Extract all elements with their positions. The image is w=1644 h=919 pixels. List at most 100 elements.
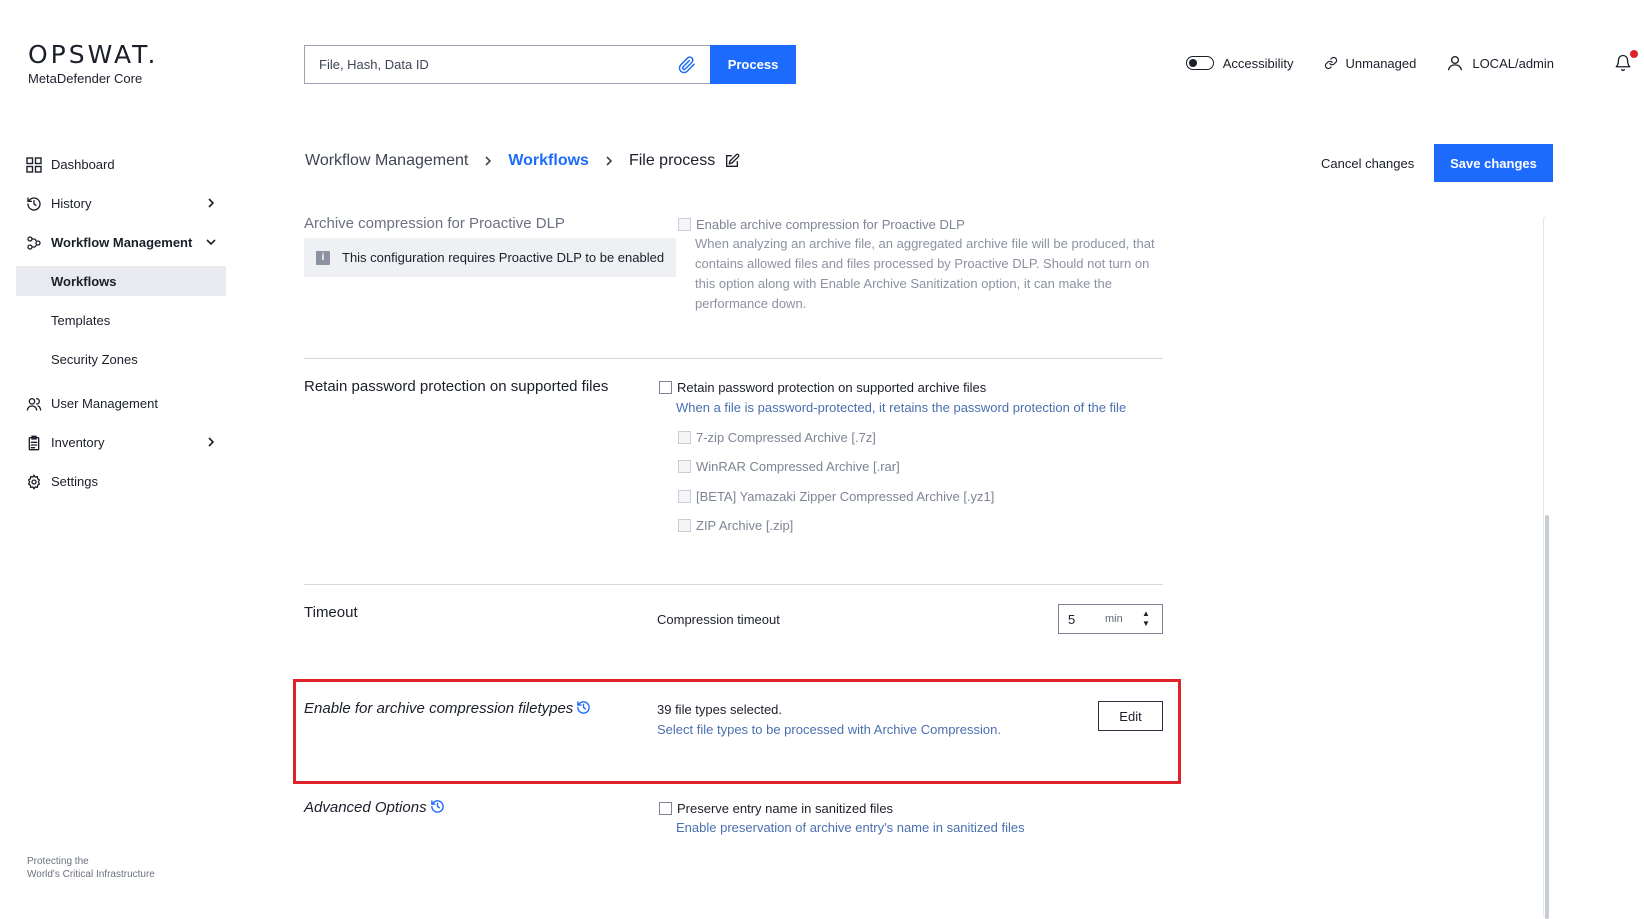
- compression-timeout-label: Compression timeout: [657, 612, 780, 627]
- user-menu[interactable]: LOCAL/admin: [1446, 54, 1554, 72]
- archive-dlp-checkbox-row: Enable archive compression for Proactive…: [678, 217, 965, 232]
- notification-badge: [1630, 50, 1638, 58]
- preserve-entry-checkbox-row: Preserve entry name in sanitized files: [659, 801, 893, 816]
- unmanaged-label: Unmanaged: [1345, 55, 1417, 71]
- link-broken-icon: [1324, 56, 1337, 70]
- format-checkbox[interactable]: [678, 519, 691, 532]
- user-label: LOCAL/admin: [1472, 55, 1554, 71]
- sidebar-item-label: History: [51, 196, 92, 211]
- sidebar-item-settings[interactable]: Settings: [16, 462, 226, 501]
- edit-icon[interactable]: [724, 153, 740, 169]
- format-checkbox[interactable]: [678, 431, 691, 444]
- section-title-archive-dlp: Archive compression for Proactive DLP: [304, 215, 565, 232]
- divider: [304, 584, 1163, 585]
- unmanaged-link[interactable]: Unmanaged: [1324, 55, 1417, 71]
- users-icon: [25, 395, 43, 413]
- scrollbar-thumb[interactable]: [1545, 515, 1549, 919]
- sidebar: Dashboard History Workflow Management Wo…: [16, 145, 226, 501]
- chevron-right-icon: [485, 156, 492, 166]
- info-icon: i: [316, 250, 330, 265]
- paperclip-icon[interactable]: [676, 54, 698, 76]
- workflow-icon: [25, 234, 43, 252]
- sidebar-item-user-management[interactable]: User Management: [16, 384, 226, 423]
- checkbox-label: Enable archive compression for Proactive…: [696, 217, 965, 232]
- section-title-retain-password: Retain password protection on supported …: [304, 378, 609, 395]
- cancel-changes-button[interactable]: Cancel changes: [1305, 144, 1430, 182]
- archive-dlp-description: When analyzing an archive file, an aggre…: [695, 234, 1155, 314]
- checkbox-label: [BETA] Yamazaki Zipper Compressed Archiv…: [696, 489, 995, 504]
- sidebar-item-workflows[interactable]: Workflows: [16, 266, 226, 296]
- chevron-right-icon: [208, 198, 215, 208]
- checkbox-label: Retain password protection on supported …: [677, 380, 987, 395]
- checkbox-label: 7-zip Compressed Archive [.7z]: [696, 430, 876, 445]
- sidebar-item-label: Settings: [51, 474, 98, 489]
- sidebar-item-workflow-management[interactable]: Workflow Management: [16, 223, 226, 262]
- tagline-line-1: Protecting the: [27, 856, 89, 867]
- archive-dlp-checkbox[interactable]: [678, 218, 691, 231]
- gear-icon: [25, 473, 43, 491]
- format-checkbox-row-rar: WinRAR Compressed Archive [.rar]: [678, 459, 900, 474]
- format-checkbox-row-7z: 7-zip Compressed Archive [.7z]: [678, 430, 876, 445]
- sidebar-item-history[interactable]: History: [16, 184, 226, 223]
- preserve-entry-checkbox[interactable]: [659, 802, 672, 815]
- header-actions: Accessibility Unmanaged LOCAL/admin: [1156, 54, 1554, 72]
- notifications-button[interactable]: [1614, 50, 1638, 75]
- format-checkbox[interactable]: [678, 460, 691, 473]
- sidebar-item-label: User Management: [51, 396, 158, 411]
- format-checkbox-row-zip: ZIP Archive [.zip]: [678, 518, 793, 533]
- grid-icon: [25, 156, 43, 174]
- timeout-value-input[interactable]: [1059, 611, 1105, 627]
- chevron-right-icon: [606, 156, 613, 166]
- chevron-right-icon: [208, 437, 215, 447]
- decrement-arrow-icon[interactable]: ▼: [1142, 619, 1150, 629]
- info-notice: i This configuration requires Proactive …: [304, 238, 676, 277]
- sidebar-item-label: Security Zones: [51, 352, 138, 367]
- footer-tagline: Protecting the World's Critical Infrastr…: [27, 855, 155, 881]
- brand-name: OPSWAT.: [28, 40, 159, 69]
- retain-password-checkbox[interactable]: [659, 381, 672, 394]
- sidebar-item-label: Dashboard: [51, 157, 115, 172]
- sidebar-item-label: Workflows: [51, 273, 117, 289]
- bell-icon: [1615, 54, 1631, 72]
- sidebar-item-label: Workflow Management: [51, 235, 193, 250]
- section-title-timeout: Timeout: [304, 604, 358, 621]
- history-icon: [25, 195, 43, 213]
- description-line: this option along with Enable Archive Sa…: [695, 276, 1112, 291]
- format-checkbox[interactable]: [678, 490, 691, 503]
- chevron-down-icon: [206, 239, 216, 246]
- search-input[interactable]: [305, 46, 676, 83]
- clipboard-icon: [25, 434, 43, 452]
- toggle-switch-icon: [1185, 56, 1214, 70]
- sidebar-item-dashboard[interactable]: Dashboard: [16, 145, 226, 184]
- breadcrumb-current: File process: [628, 152, 716, 169]
- increment-arrow-icon[interactable]: ▲: [1142, 609, 1150, 619]
- checkbox-label: ZIP Archive [.zip]: [696, 518, 794, 533]
- tagline-line-2: World's Critical Infrastructure: [27, 869, 155, 880]
- accessibility-label: Accessibility: [1222, 55, 1294, 71]
- sidebar-item-security-zones[interactable]: Security Zones: [16, 340, 226, 379]
- section-title-advanced-options: Advanced Options: [304, 799, 445, 816]
- divider: [304, 358, 1163, 359]
- highlight-box: [293, 679, 1181, 784]
- user-icon: [1448, 55, 1463, 71]
- preserve-entry-description: Enable preservation of archive entry's n…: [676, 820, 1025, 835]
- sidebar-item-label: Templates: [51, 313, 111, 328]
- reset-history-icon[interactable]: [430, 799, 445, 814]
- opswat-logo[interactable]: OPSWAT. MetaDefender Core: [28, 40, 158, 86]
- retain-password-description: When a file is password-protected, it re…: [676, 400, 1127, 415]
- advanced-title-text: Advanced Options: [304, 799, 427, 816]
- accessibility-toggle[interactable]: Accessibility: [1185, 55, 1294, 71]
- sidebar-item-inventory[interactable]: Inventory: [16, 423, 226, 462]
- process-button[interactable]: Process: [710, 45, 796, 84]
- checkbox-label: Preserve entry name in sanitized files: [677, 801, 894, 816]
- breadcrumb-workflow-management[interactable]: Workflow Management: [305, 152, 468, 170]
- sidebar-item-templates[interactable]: Templates: [16, 301, 226, 340]
- info-text: This configuration requires Proactive DL…: [342, 250, 665, 265]
- format-checkbox-row-yz1: [BETA] Yamazaki Zipper Compressed Archiv…: [678, 489, 994, 504]
- product-name: MetaDefender Core: [28, 71, 143, 86]
- timeout-unit: min: [1105, 613, 1123, 625]
- breadcrumb-workflows[interactable]: Workflows: [508, 152, 589, 170]
- save-changes-button[interactable]: Save changes: [1434, 144, 1553, 182]
- retain-password-checkbox-row: Retain password protection on supported …: [659, 380, 986, 395]
- description-line: When analyzing an archive file, an aggre…: [695, 236, 1155, 251]
